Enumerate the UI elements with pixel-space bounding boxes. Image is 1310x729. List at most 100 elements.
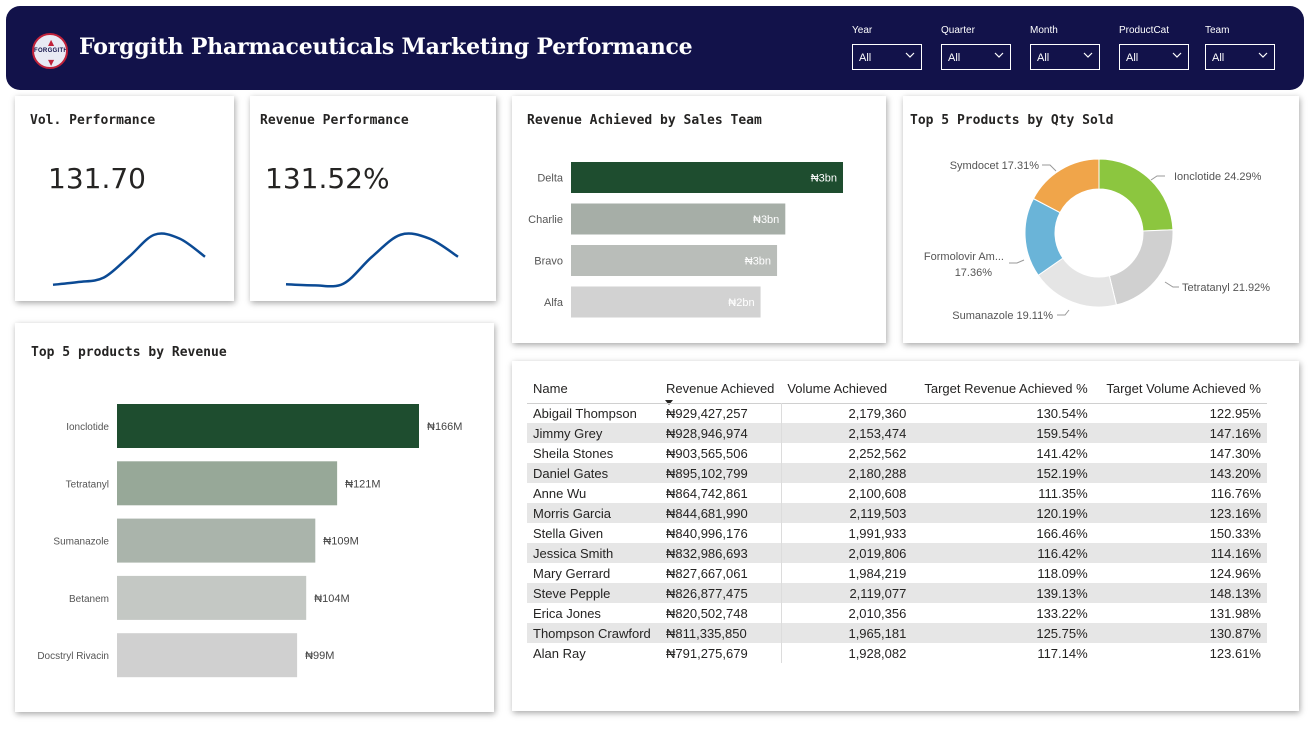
slicer-team-dropdown[interactable]: All [1205, 44, 1275, 70]
cell-target-volume: 124.96% [1209, 565, 1261, 581]
slicer-year-dropdown[interactable]: All [852, 44, 922, 70]
cell-revenue: ₦811,335,850 [660, 623, 782, 643]
cell-name: Jessica Smith [527, 543, 660, 563]
cell-target-volume: 147.30% [1209, 445, 1261, 461]
table-row[interactable]: Alan Ray ₦791,275,679 1,928,082 117.14% 123.… [527, 643, 1267, 663]
sales-team-chart-card: Revenue Achieved by Sales Team Delta ₦3bn… [512, 96, 886, 343]
sales-team-category-label: Charlie [528, 214, 563, 226]
sales-team-category-label: Alfa [544, 297, 564, 309]
cell-name: Sheila Stones [533, 445, 614, 461]
table-row[interactable]: Erica Jones ₦820,502,748 2,010,356 133.22% 1… [527, 603, 1267, 623]
qty-donut-leader-line [1057, 309, 1070, 316]
cell-volume: 1,965,181 [781, 623, 913, 643]
cell-name: Mary Gerrard [533, 565, 611, 581]
slicer-productcat-dropdown[interactable]: All [1119, 44, 1189, 70]
product-revenue-bar[interactable] [117, 461, 338, 506]
qty-donut-data-label: Symdocet 17.31% [950, 160, 1039, 172]
slicer-team: Team All [1205, 25, 1275, 70]
product-revenue-bar[interactable] [117, 575, 307, 620]
kpi-volume-title: Vol. Performance [30, 113, 156, 128]
cell-revenue: ₦864,742,861 [660, 483, 782, 503]
kpi-card-revenue: Revenue Performance 131.52% [250, 96, 496, 301]
sales-rep-table-card: Name Revenue Achieved Volume Achieved Ta… [512, 361, 1299, 711]
cell-volume: 2,010,356 [848, 605, 907, 621]
column-header-volume[interactable]: Volume Achieved [781, 375, 912, 403]
cell-target-revenue: 141.42% [1036, 445, 1088, 461]
slicer-month-dropdown[interactable]: All [1030, 44, 1100, 70]
product-revenue-bar[interactable] [117, 518, 316, 563]
kpi-volume-value: 131.70 [48, 162, 146, 195]
slicer-quarter-value: All [948, 52, 961, 64]
column-header-revenue[interactable]: Revenue Achieved [660, 375, 781, 403]
cell-target-volume: 143.20% [1093, 463, 1267, 483]
chevron-down-icon [1172, 52, 1182, 58]
product-revenue-data-label: ₦109M [323, 536, 358, 548]
table-row[interactable]: Stella Given ₦840,996,176 1,991,933 166.46%… [527, 523, 1267, 543]
cell-name: Jimmy Grey [527, 423, 660, 443]
chevron-down-icon [1083, 52, 1093, 58]
qty-donut-chart: Ionclotide 24.29% Tetratanyl 21.92% Sumana… [924, 158, 1270, 322]
product-revenue-data-label: ₦121M [345, 478, 380, 490]
qty-donut-leader-line [1009, 259, 1025, 264]
cell-target-volume: 147.16% [1093, 423, 1267, 443]
product-revenue-title: Top 5 products by Revenue [31, 345, 227, 360]
qty-donut-data-label: Formolovir Am... [924, 251, 1004, 263]
slicer-quarter: Quarter All [941, 25, 1011, 70]
sales-team-data-label: ₦2bn [728, 297, 754, 309]
table-row[interactable]: Morris Garcia ₦844,681,990 2,119,503 120.19… [527, 503, 1267, 523]
cell-target-volume: 122.95% [1093, 402, 1267, 423]
product-revenue-category-label: Betanem [69, 594, 109, 605]
revenue-sparkline [285, 232, 459, 288]
column-header-name[interactable]: Name [527, 375, 660, 403]
kpi-revenue-title: Revenue Performance [260, 113, 409, 128]
cell-volume: 2,252,562 [848, 445, 907, 461]
table-row[interactable]: Abigail Thompson ₦929,427,257 2,179,360 130… [527, 402, 1267, 423]
slicer-year: Year All [852, 25, 922, 70]
column-header-target-volume[interactable]: Target Volume Achieved % [1094, 375, 1267, 403]
product-revenue-category-label: Tetratanyl [66, 479, 109, 490]
cell-name: Morris Garcia [527, 503, 660, 523]
sales-team-bar[interactable] [571, 162, 843, 193]
table-row[interactable]: Thompson Crawford ₦811,335,850 1,965,181 12… [527, 623, 1267, 643]
product-revenue-category-label: Ionclotide [66, 422, 109, 433]
cell-volume: 1,991,933 [848, 525, 907, 541]
table-row[interactable]: Steve Pepple ₦826,877,475 2,119,077 139.13%… [527, 583, 1267, 603]
product-revenue-data-label: ₦104M [314, 593, 349, 605]
table-row[interactable]: Anne Wu ₦864,742,861 2,100,608 111.35% 116.7… [527, 483, 1267, 503]
qty-donut-slice[interactable] [1108, 229, 1174, 306]
table-row[interactable]: Mary Gerrard ₦827,667,061 1,984,219 118.09%… [527, 563, 1267, 583]
cell-target-revenue: 159.54% [912, 423, 1094, 443]
cell-target-revenue: 117.14% [1037, 645, 1088, 661]
slicer-quarter-label: Quarter [941, 25, 975, 36]
slicer-productcat-value: All [1126, 52, 1139, 64]
header-banner: ▲ FORGGITH ▼ Forggith Pharmaceuticals Ma… [6, 6, 1304, 90]
slicer-month-label: Month [1030, 25, 1058, 36]
product-revenue-bar[interactable] [117, 633, 298, 678]
logo-text: FORGGITH [34, 48, 68, 54]
chevron-down-icon [905, 52, 915, 58]
cell-name: Stella Given [533, 525, 604, 541]
cell-name: Abigail Thompson [527, 402, 660, 423]
qty-donut-data-label: 17.36% [955, 267, 993, 279]
slicer-team-value: All [1212, 52, 1225, 64]
table-row[interactable]: Sheila Stones ₦903,565,506 2,252,562 141.42… [527, 443, 1267, 463]
cell-name: Thompson Crawford [527, 623, 660, 643]
column-header-target-revenue[interactable]: Target Revenue Achieved % [912, 375, 1093, 403]
cell-volume: 2,119,503 [781, 503, 913, 523]
cell-name: Alan Ray [533, 645, 586, 661]
sales-team-bar-chart: Delta ₦3bn Charlie ₦3bn Bravo ₦3bn Alfa ₦2bn [528, 162, 843, 318]
sales-team-category-label: Delta [537, 173, 564, 185]
table-row[interactable]: Daniel Gates ₦895,102,799 2,180,288 152.19%… [527, 463, 1267, 483]
cell-target-volume: 150.33% [1209, 525, 1261, 541]
cell-target-volume: 130.87% [1093, 623, 1267, 643]
table-row[interactable]: Jimmy Grey ₦928,946,974 2,153,474 159.54% 14… [527, 423, 1267, 443]
qty-donut-slice[interactable] [1098, 158, 1174, 232]
cell-volume: 2,153,474 [781, 423, 913, 443]
report-title: Forggith Pharmaceuticals Marketing Perfo… [79, 34, 693, 60]
cell-revenue: ₦903,565,506 [660, 443, 782, 463]
product-revenue-bar[interactable] [117, 404, 419, 448]
slicer-quarter-dropdown[interactable]: All [941, 44, 1011, 70]
chevron-down-icon [994, 52, 1004, 58]
table-row[interactable]: Jessica Smith ₦832,986,693 2,019,806 116.42… [527, 543, 1267, 563]
slicer-productcat: ProductCat All [1119, 25, 1189, 70]
